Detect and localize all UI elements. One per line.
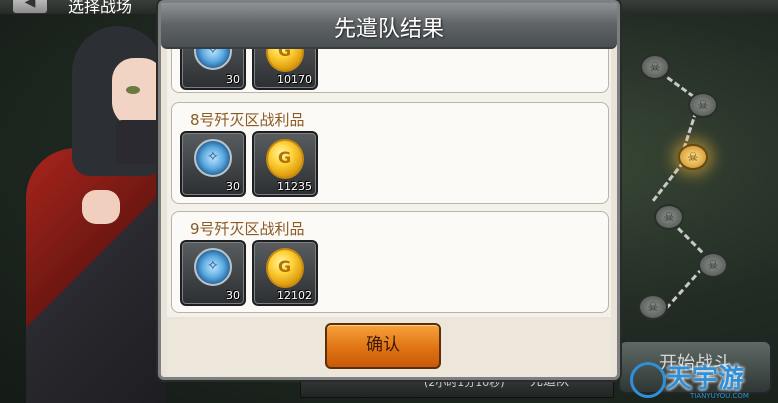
reward-item-slot[interactable]: ✧ 30 bbox=[180, 240, 246, 306]
reward-items: ✧ 30 G 11235 bbox=[180, 131, 318, 197]
reward-item-slot[interactable]: ✧ 30 bbox=[180, 49, 246, 90]
reward-list[interactable]: ✧ 30 G 10170 8号歼灭区战利品 ✧ 30 G 11235 9号歼灭区… bbox=[167, 49, 611, 317]
reward-items: ✧ 30 G 10170 bbox=[180, 49, 318, 90]
skull-node-icon[interactable]: ☠ bbox=[698, 252, 728, 278]
character-hand bbox=[82, 190, 120, 224]
character-collar bbox=[116, 120, 162, 164]
skull-node-icon[interactable]: ☠ bbox=[640, 54, 670, 80]
character-eye bbox=[126, 86, 140, 94]
item-quantity: 30 bbox=[226, 289, 240, 302]
left-arrow-icon: ◀ bbox=[24, 0, 36, 10]
skull-node-icon[interactable]: ☠ bbox=[688, 92, 718, 118]
skull-node-icon[interactable]: ☠ bbox=[654, 204, 684, 230]
reward-item-slot[interactable]: G 12102 bbox=[252, 240, 318, 306]
back-button[interactable]: ◀ bbox=[12, 0, 48, 14]
watermark-logo-icon bbox=[630, 362, 666, 398]
confirm-button[interactable]: 确认 bbox=[325, 323, 441, 369]
item-quantity: 10170 bbox=[277, 73, 312, 86]
dialog-title: 先遣队结果 bbox=[333, 17, 444, 42]
item-quantity: 30 bbox=[226, 180, 240, 193]
scene-title: 选择战场 bbox=[68, 0, 133, 16]
dialog-footer: 确认 bbox=[167, 319, 611, 377]
item-quantity: 30 bbox=[226, 73, 240, 86]
watermark-url: TIANYUYOU.COM bbox=[690, 392, 749, 400]
reward-card: ✧ 30 G 10170 bbox=[171, 49, 609, 93]
result-dialog: 先遣队结果 ✧ 30 G 10170 8号歼灭区战利品 ✧ 30 G 11235… bbox=[158, 0, 620, 380]
reward-card-title: 8号歼灭区战利品 bbox=[190, 111, 305, 129]
dialog-header: 先遣队结果 bbox=[161, 3, 617, 49]
skull-node-icon[interactable]: ☠ bbox=[638, 294, 668, 320]
active-skull-node-icon[interactable]: ☠ bbox=[678, 144, 708, 170]
reward-card: 8号歼灭区战利品 ✧ 30 G 11235 bbox=[171, 102, 609, 204]
reward-item-slot[interactable]: ✧ 30 bbox=[180, 131, 246, 197]
watermark-text: 天宇游 bbox=[666, 364, 745, 394]
reward-items: ✧ 30 G 12102 bbox=[180, 240, 318, 306]
character-face bbox=[112, 58, 164, 128]
reward-item-slot[interactable]: G 10170 bbox=[252, 49, 318, 90]
reward-card: 9号歼灭区战利品 ✧ 30 G 12102 bbox=[171, 211, 609, 313]
item-quantity: 11235 bbox=[277, 180, 312, 193]
item-quantity: 12102 bbox=[277, 289, 312, 302]
reward-item-slot[interactable]: G 11235 bbox=[252, 131, 318, 197]
character-body bbox=[26, 148, 166, 403]
reward-card-title: 9号歼灭区战利品 bbox=[190, 220, 305, 238]
